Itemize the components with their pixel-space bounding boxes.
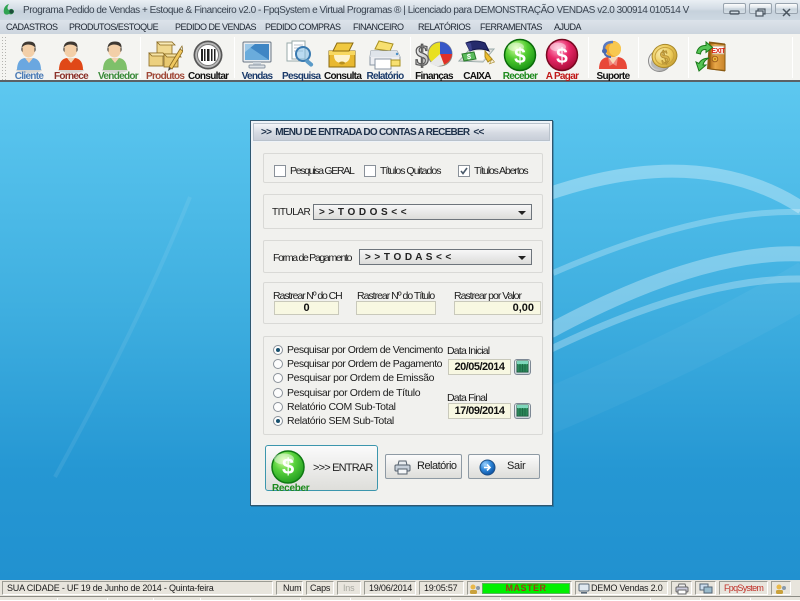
svg-text:$: $: [282, 454, 294, 479]
svg-text:EXIT: EXIT: [711, 48, 726, 55]
svg-text:$: $: [556, 45, 568, 68]
svg-text:$: $: [415, 41, 429, 72]
svg-text:$: $: [514, 45, 526, 68]
